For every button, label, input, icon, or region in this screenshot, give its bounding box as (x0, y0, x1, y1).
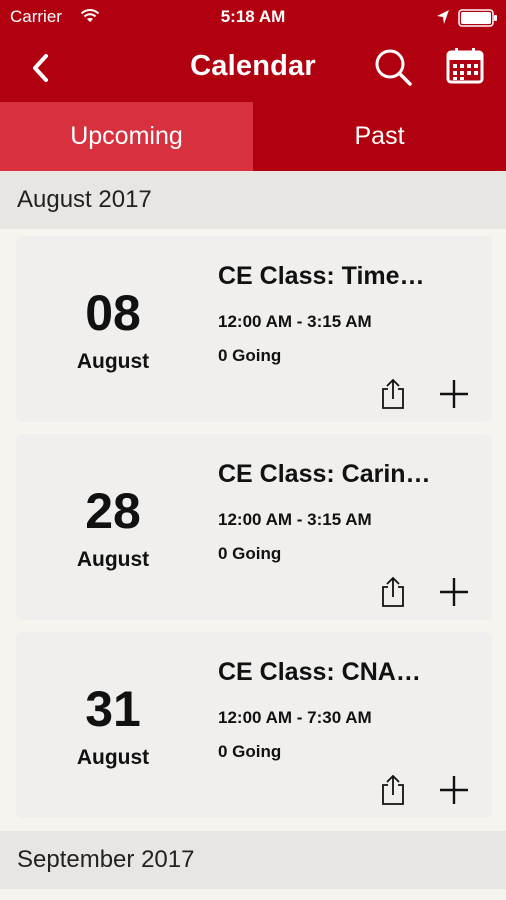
event-day: 28 (85, 483, 141, 539)
event-title: CE Class: Carin… (218, 460, 431, 488)
section-header: September 2017 (0, 831, 506, 889)
event-day: 08 (85, 285, 141, 341)
event-time: 12:00 AM - 3:15 AM (218, 312, 372, 331)
event-going-count: 0 Going (218, 544, 282, 563)
event-day: 31 (85, 681, 141, 737)
tab-past[interactable]: Past (253, 102, 506, 171)
tab-upcoming[interactable]: Upcoming (0, 102, 253, 171)
tab-bar: Upcoming Past (0, 102, 506, 171)
section-header-label: August 2017 (17, 186, 152, 213)
event-month: August (76, 746, 150, 769)
event-going-count: 0 Going (218, 742, 282, 761)
section-header: August 2017 (0, 171, 506, 229)
section-header-label: September 2017 (17, 846, 195, 873)
battery-icon (458, 9, 498, 32)
share-icon[interactable] (378, 576, 408, 608)
event-card[interactable]: 31 August CE Class: CNA… 12:00 AM - 7:30… (16, 632, 492, 818)
event-card[interactable]: 28 August CE Class: Carin… 12:00 AM - 3:… (16, 434, 492, 620)
search-icon[interactable] (374, 48, 414, 88)
calendar-icon[interactable] (445, 46, 485, 86)
event-time: 12:00 AM - 3:15 AM (218, 510, 372, 529)
event-going-count: 0 Going (218, 346, 282, 365)
location-arrow-icon (436, 9, 450, 30)
status-bar: Carrier 5:18 AM (0, 0, 506, 34)
event-month: August (76, 548, 150, 571)
event-title: CE Class: CNA… (218, 658, 421, 686)
page-title: Calendar (190, 50, 316, 82)
status-time: 5:18 AM (220, 7, 286, 26)
event-card[interactable]: 08 August CE Class: Time… 12:00 AM - 3:1… (16, 236, 492, 422)
nav-bar: Calendar (0, 34, 506, 102)
share-icon[interactable] (378, 774, 408, 806)
add-icon[interactable] (438, 378, 470, 410)
event-title: CE Class: Time… (218, 262, 425, 290)
add-icon[interactable] (438, 576, 470, 608)
add-icon[interactable] (438, 774, 470, 806)
event-time: 12:00 AM - 7:30 AM (218, 708, 372, 727)
share-icon[interactable] (378, 378, 408, 410)
event-month: August (76, 350, 150, 373)
